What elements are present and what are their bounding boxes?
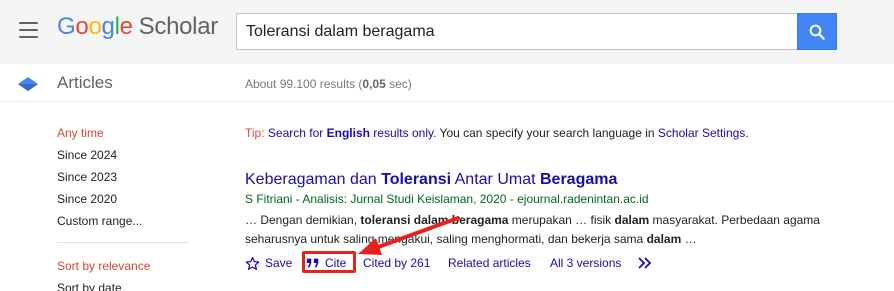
scholar-cap-icon [18,77,38,91]
filter-any-time[interactable]: Any time [57,126,104,140]
text-run: … Dengan demikian, [245,213,361,227]
sort-by-date[interactable]: Sort by date [57,281,122,291]
cited-by-link[interactable]: Cited by 261 [363,253,430,273]
logo-letter: o [88,13,102,40]
hamburger-menu-icon[interactable] [19,22,38,38]
logo-letter: g [101,13,115,40]
language-tip: Tip: Search for English results only. Yo… [245,126,749,140]
google-wordmark: Google [57,13,133,40]
filter-custom-range[interactable]: Custom range... [57,214,142,228]
text-run: Antar Umat [451,171,540,188]
result-title-link[interactable]: Keberagaman dan Toleransi Antar Umat Ber… [245,171,617,189]
text-run: Toleransi [381,171,452,188]
cite-highlight-box [302,251,356,273]
google-scholar-logo[interactable]: Google Scholar [57,13,218,45]
logo-letter: G [57,13,76,40]
filter-since-2020[interactable]: Since 2020 [57,192,117,206]
filter-since-2024[interactable]: Since 2024 [57,148,117,162]
search-result: Keberagaman dan Toleransi Antar Umat Ber… [245,171,865,249]
search-input[interactable] [237,14,798,49]
result-authors-source: S Fitriani - Analisis: Jurnal Studi Keis… [245,192,649,206]
filter-since-2023[interactable]: Since 2023 [57,170,117,184]
tip-label: Tip: [245,126,265,140]
result-snippet: … Dengan demikian, toleransi dalam berag… [245,211,865,249]
text-run: dalam [646,232,682,246]
tip-text: . You can specify your search language i… [433,126,658,140]
logo-letter: e [119,13,133,40]
text-run: merupakan … fisik [508,213,615,227]
text-run: Beragama [539,171,618,188]
sort-by-relevance[interactable]: Sort by relevance [57,259,150,273]
english-only-link[interactable]: Search for English results only [268,126,433,140]
scholar-settings-link[interactable]: Scholar Settings [658,126,745,140]
save-button[interactable]: Save [245,253,292,273]
results-subheader: Articles About 99.100 results (0,05 sec) [0,64,894,102]
sidebar-divider [57,242,189,243]
logo-letter: o [75,13,89,40]
top-bar: Google Scholar [0,0,894,64]
star-outline-icon [245,256,260,270]
text-run: Keberagaman dan [245,171,382,188]
search-icon [809,24,825,40]
text-run: dalam [614,213,650,227]
search-button[interactable] [797,13,837,50]
search-field[interactable] [236,13,798,50]
related-articles-link[interactable]: Related articles [448,253,531,273]
section-title: Articles [57,73,113,92]
text-run: … [681,232,697,246]
all-versions-link[interactable]: All 3 versions [550,253,621,273]
text-run: toleransi dalam beragama [360,213,509,227]
results-count: About 99.100 results (0,05 sec) [245,77,412,91]
scholar-wordmark: Scholar [138,13,219,40]
double-chevron-right-icon [638,257,652,269]
more-options-button[interactable] [638,253,652,273]
